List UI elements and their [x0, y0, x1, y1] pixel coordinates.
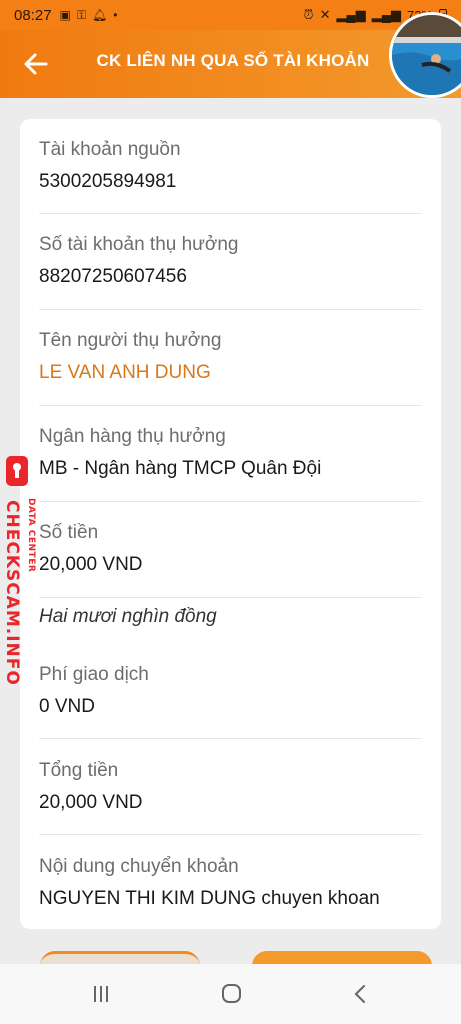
watermark-text: CHECKSCAM.INFO	[2, 500, 22, 686]
source-account-value: 5300205894981	[39, 171, 177, 192]
mute-icon: ✕	[319, 7, 331, 22]
bell-icon: 🔔︎	[92, 8, 108, 22]
divider	[39, 834, 422, 835]
fee-label: Phí giao dịch	[39, 664, 149, 685]
key-icon: ⚿	[76, 7, 87, 22]
alarm-icon: ⏰︎	[303, 7, 314, 22]
divider	[39, 405, 422, 406]
beneficiary-name-field: Tên người thụ hưởng LE VAN ANH DUNG	[39, 330, 422, 384]
watermark-subtext: DATA CENTER	[26, 498, 36, 573]
divider	[39, 597, 422, 598]
transfer-details-card: Tài khoản nguồn 5300205894981 Số tài kho…	[20, 119, 441, 929]
fee-value: 0 VND	[39, 696, 95, 717]
recent-apps-icon[interactable]	[86, 982, 116, 1006]
beneficiary-name-value: LE VAN ANH DUNG	[39, 362, 211, 383]
watermark: CHECKSCAM.INFO DATA CENTER	[2, 452, 40, 686]
gallery-icon: ▣	[59, 8, 71, 22]
total-field: Tổng tiền 20,000 VND	[39, 760, 422, 814]
divider	[39, 309, 422, 310]
back-nav-icon[interactable]	[345, 982, 375, 1006]
source-account-label: Tài khoản nguồn	[39, 139, 181, 160]
amount-in-words: Hai mươi nghìn đồng	[39, 606, 217, 627]
amount-field: Số tiền 20,000 VND	[39, 522, 422, 576]
amount-value: 20,000 VND	[39, 554, 143, 575]
signal-2-icon: ▂▄▆	[371, 7, 401, 22]
total-label: Tổng tiền	[39, 760, 119, 781]
amount-label: Số tiền	[39, 522, 99, 543]
signal-icon: ▂▄▆	[336, 7, 366, 22]
beneficiary-bank-label: Ngân hàng thụ hưởng	[39, 426, 226, 447]
transfer-content-label: Nội dung chuyển khoản	[39, 856, 239, 877]
fee-field: Phí giao dịch 0 VND	[39, 664, 422, 718]
page-title: CK LIÊN NH QUA SỐ TÀI KHOẢN	[96, 51, 370, 70]
home-icon[interactable]	[216, 982, 246, 1006]
total-value: 20,000 VND	[39, 792, 143, 813]
divider	[39, 213, 422, 214]
beneficiary-account-label: Số tài khoản thụ hưởng	[39, 234, 239, 255]
divider	[39, 738, 422, 739]
beneficiary-account-value: 88207250607456	[39, 266, 187, 287]
dot-icon: •	[113, 8, 118, 22]
back-arrow-icon[interactable]	[20, 48, 52, 80]
status-time: 08:27	[14, 6, 52, 24]
divider	[39, 501, 422, 502]
beneficiary-bank-value: MB - Ngân hàng TMCP Quân Đội	[39, 458, 322, 479]
lock-icon	[6, 456, 28, 486]
status-bar: 08:27 ▣ ⚿ 🔔︎ • ⏰︎ ✕ ▂▄▆ ▂▄▆ 73%	[0, 0, 461, 30]
transfer-content-field: Nội dung chuyển khoản NGUYEN THI KIM DUN…	[39, 856, 422, 910]
transfer-content-value: NGUYEN THI KIM DUNG chuyen khoan	[39, 888, 380, 909]
beneficiary-bank-field: Ngân hàng thụ hưởng MB - Ngân hàng TMCP …	[39, 426, 422, 480]
source-account-field: Tài khoản nguồn 5300205894981	[39, 139, 422, 193]
beneficiary-account-field: Số tài khoản thụ hưởng 88207250607456	[39, 234, 422, 288]
system-nav-bar	[0, 964, 461, 1024]
beneficiary-name-label: Tên người thụ hưởng	[39, 330, 222, 351]
